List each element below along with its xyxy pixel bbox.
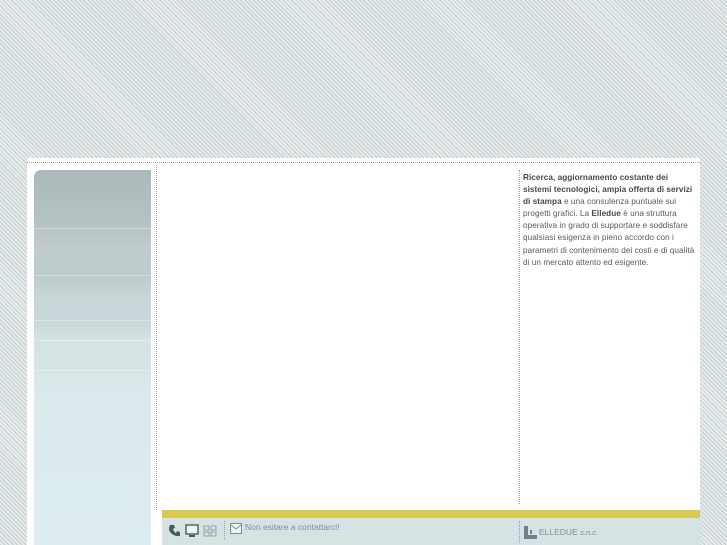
footer-divider (224, 521, 225, 540)
main-content-area (162, 166, 518, 508)
footer-icon-group (167, 522, 217, 538)
contact-link[interactable]: Non esitare a contattarci! (245, 522, 340, 532)
monitor-icon[interactable] (185, 523, 199, 537)
right-column-divider (519, 170, 520, 504)
footer-bar (162, 518, 700, 545)
sidebar-band (34, 275, 151, 276)
mail-icon[interactable] (230, 523, 242, 534)
left-sidebar-panel (34, 170, 151, 545)
company-suffix: s.n.c. (580, 528, 599, 537)
intro-company-name: Elledue (591, 209, 621, 219)
footer-divider (519, 521, 520, 543)
company-name: ELLEDUE s.n.c. (539, 527, 598, 537)
intro-paragraph: Ricerca, aggiornamento costante dei sist… (523, 172, 695, 269)
company-name-text: ELLEDUE (539, 527, 578, 537)
sidebar-band (34, 340, 151, 341)
phone-icon[interactable] (167, 523, 181, 537)
elledue-logo-icon (524, 524, 537, 539)
sidebar-band (34, 228, 151, 229)
accent-bar (162, 510, 700, 518)
top-divider (27, 162, 700, 163)
sidebar-band (34, 370, 151, 371)
sidebar-band (34, 320, 151, 321)
left-column-divider (156, 165, 157, 510)
grid-icon[interactable] (203, 523, 217, 537)
